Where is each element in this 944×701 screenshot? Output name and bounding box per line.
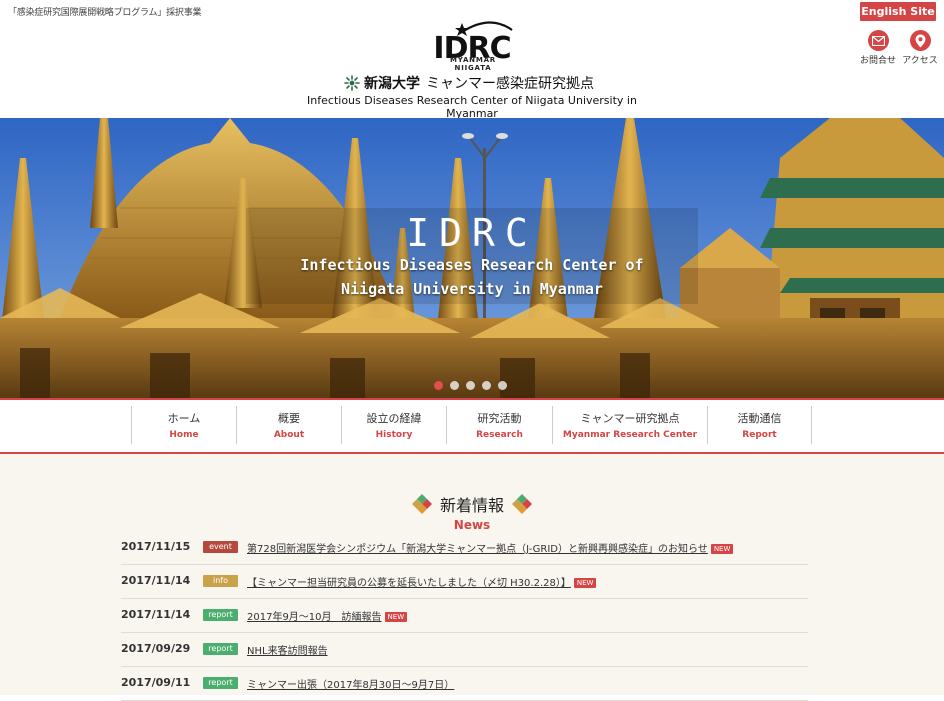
main-nav: ホーム Home 概要 About 設立の経緯 History 研究活動 Research ミャ… xyxy=(0,398,944,454)
university-emblem-icon xyxy=(344,75,360,91)
nav-label-en: History xyxy=(375,430,413,440)
news-title-link[interactable]: 【ミャンマー担当研究員の公募を延長いたしました（〆切 H30.2.28）】 NEW xyxy=(247,574,597,589)
category-badge: report xyxy=(203,609,238,621)
access-label: アクセス xyxy=(902,56,938,66)
category-badge: info xyxy=(203,575,238,587)
news-title-text: ミャンマー出張（2017年8月30日～9月7日） xyxy=(247,680,455,691)
nav-label-jp: 研究活動 xyxy=(477,412,522,425)
hero-slider[interactable]: IDRC Infectious Diseases Research Center… xyxy=(0,118,944,398)
nav-label-jp: ミャンマー研究拠点 xyxy=(580,412,680,425)
slider-dot[interactable] xyxy=(434,381,443,390)
new-badge: NEW xyxy=(710,544,734,554)
hero-subtitle: Infectious Diseases Research Center of N… xyxy=(230,253,714,301)
nav-label-en: About xyxy=(273,430,305,440)
news-date: 2017/09/29 xyxy=(121,642,191,655)
nav-item-myanmar-research-center[interactable]: ミャンマー研究拠点 Myanmar Research Center xyxy=(552,406,707,444)
slider-dot[interactable] xyxy=(498,381,507,390)
diamond-ornament-icon xyxy=(411,494,432,514)
hero-subtitle-line1: Infectious Diseases Research Center of xyxy=(300,256,644,274)
nav-item-about[interactable]: 概要 About xyxy=(236,406,341,444)
university-line: 新潟大学 ミャンマー感染症研究拠点 xyxy=(344,73,594,93)
nav-item-history[interactable]: 設立の経緯 History xyxy=(341,406,446,444)
nav-label-en: Myanmar Research Center xyxy=(562,430,698,440)
center-name-en: Infectious Diseases Research Center of N… xyxy=(307,94,637,120)
news-item: 2017/09/29 report NHL来客訪問報告 xyxy=(121,633,808,667)
center-name-jp: ミャンマー感染症研究拠点 xyxy=(426,76,594,92)
nav-label-jp: 設立の経緯 xyxy=(366,412,422,425)
news-title-text: 2017年9月～10月 訪緬報告 xyxy=(247,612,382,623)
news-title-link[interactable]: NHL来客訪問報告 xyxy=(247,642,328,657)
news-title-link[interactable]: ミャンマー出張（2017年8月30日～9月7日） xyxy=(247,676,454,691)
news-heading-jp: 新着情報 xyxy=(439,496,504,515)
news-title-text: 第728回新潟医学会シンポジウム「新潟大学ミャンマー拠点（J-GRID）と新興再… xyxy=(247,544,708,555)
new-badge: NEW xyxy=(573,578,597,588)
news-section: 新着情報 News 2017/11/15 event 第728回新潟医学会シンポジウ… xyxy=(0,454,944,701)
logo-subtitle: MYANMAR NIIGATA xyxy=(449,56,496,72)
news-item: 2017/11/14 info 【ミャンマー担当研究員の公募を延長いたしました（〆切… xyxy=(121,565,808,599)
nav-label-jp: 概要 xyxy=(278,412,300,425)
english-site-button[interactable]: English Site xyxy=(860,2,936,21)
slider-dots xyxy=(434,381,507,390)
nav-item-report[interactable]: 活動通信 Report xyxy=(707,406,812,444)
news-title-link[interactable]: 第728回新潟医学会シンポジウム「新潟大学ミャンマー拠点（J-GRID）と新興再… xyxy=(247,540,734,555)
university-name: 新潟大学 xyxy=(364,76,420,92)
news-date: 2017/11/14 xyxy=(121,608,191,621)
nav-label-en: Report xyxy=(742,430,777,440)
nav-item-home[interactable]: ホーム Home xyxy=(131,406,236,444)
news-date: 2017/11/14 xyxy=(121,574,191,587)
map-pin-icon xyxy=(909,30,931,51)
news-item: 2017/09/11 report ミャンマー出張（2017年8月30日～9月7日） xyxy=(121,667,808,701)
news-date: 2017/11/15 xyxy=(121,540,191,553)
news-heading: 新着情報 News xyxy=(400,492,544,532)
nav-label-en: Home xyxy=(169,430,199,440)
news-item: 2017/11/15 event 第728回新潟医学会シンポジウム「新潟大学ミャンマ… xyxy=(121,531,808,565)
hero-title: IDRC xyxy=(406,211,538,255)
nav-label-jp: 活動通信 xyxy=(737,412,782,425)
mail-icon xyxy=(867,30,889,51)
slider-dot[interactable] xyxy=(466,381,475,390)
program-tagline: 「感染症研究国際展開戦略プログラム」採択事業 xyxy=(8,8,202,18)
slider-dot[interactable] xyxy=(450,381,459,390)
site-header: 「感染症研究国際展開戦略プログラム」採択事業 English Site お問合せ… xyxy=(0,0,944,120)
access-link[interactable]: アクセス xyxy=(898,30,942,66)
news-heading-en: News xyxy=(453,518,491,532)
slider-dot[interactable] xyxy=(482,381,491,390)
nav-label-en: Research xyxy=(476,430,523,440)
news-list: 2017/11/15 event 第728回新潟医学会シンポジウム「新潟大学ミャンマ… xyxy=(121,531,808,701)
category-badge: report xyxy=(203,677,238,689)
contact-link[interactable]: お問合せ xyxy=(856,30,900,66)
news-title-text: 【ミャンマー担当研究員の公募を延長いたしました（〆切 H30.2.28）】 xyxy=(247,578,571,589)
diamond-ornament-icon xyxy=(512,494,532,514)
new-badge: NEW xyxy=(384,612,408,622)
news-date: 2017/09/11 xyxy=(121,676,191,689)
news-item: 2017/11/14 report 2017年9月～10月 訪緬報告 NEW xyxy=(121,599,808,633)
news-title-link[interactable]: 2017年9月～10月 訪緬報告 NEW xyxy=(247,608,408,623)
nav-label-jp: ホーム xyxy=(167,412,201,425)
contact-label: お問合せ xyxy=(859,56,896,66)
hero-subtitle-line2: Niigata University in Myanmar xyxy=(341,280,603,298)
category-badge: event xyxy=(203,541,238,553)
nav-item-research[interactable]: 研究活動 Research xyxy=(446,406,552,444)
news-title-text: NHL来客訪問報告 xyxy=(247,646,328,657)
category-badge: report xyxy=(203,643,238,655)
